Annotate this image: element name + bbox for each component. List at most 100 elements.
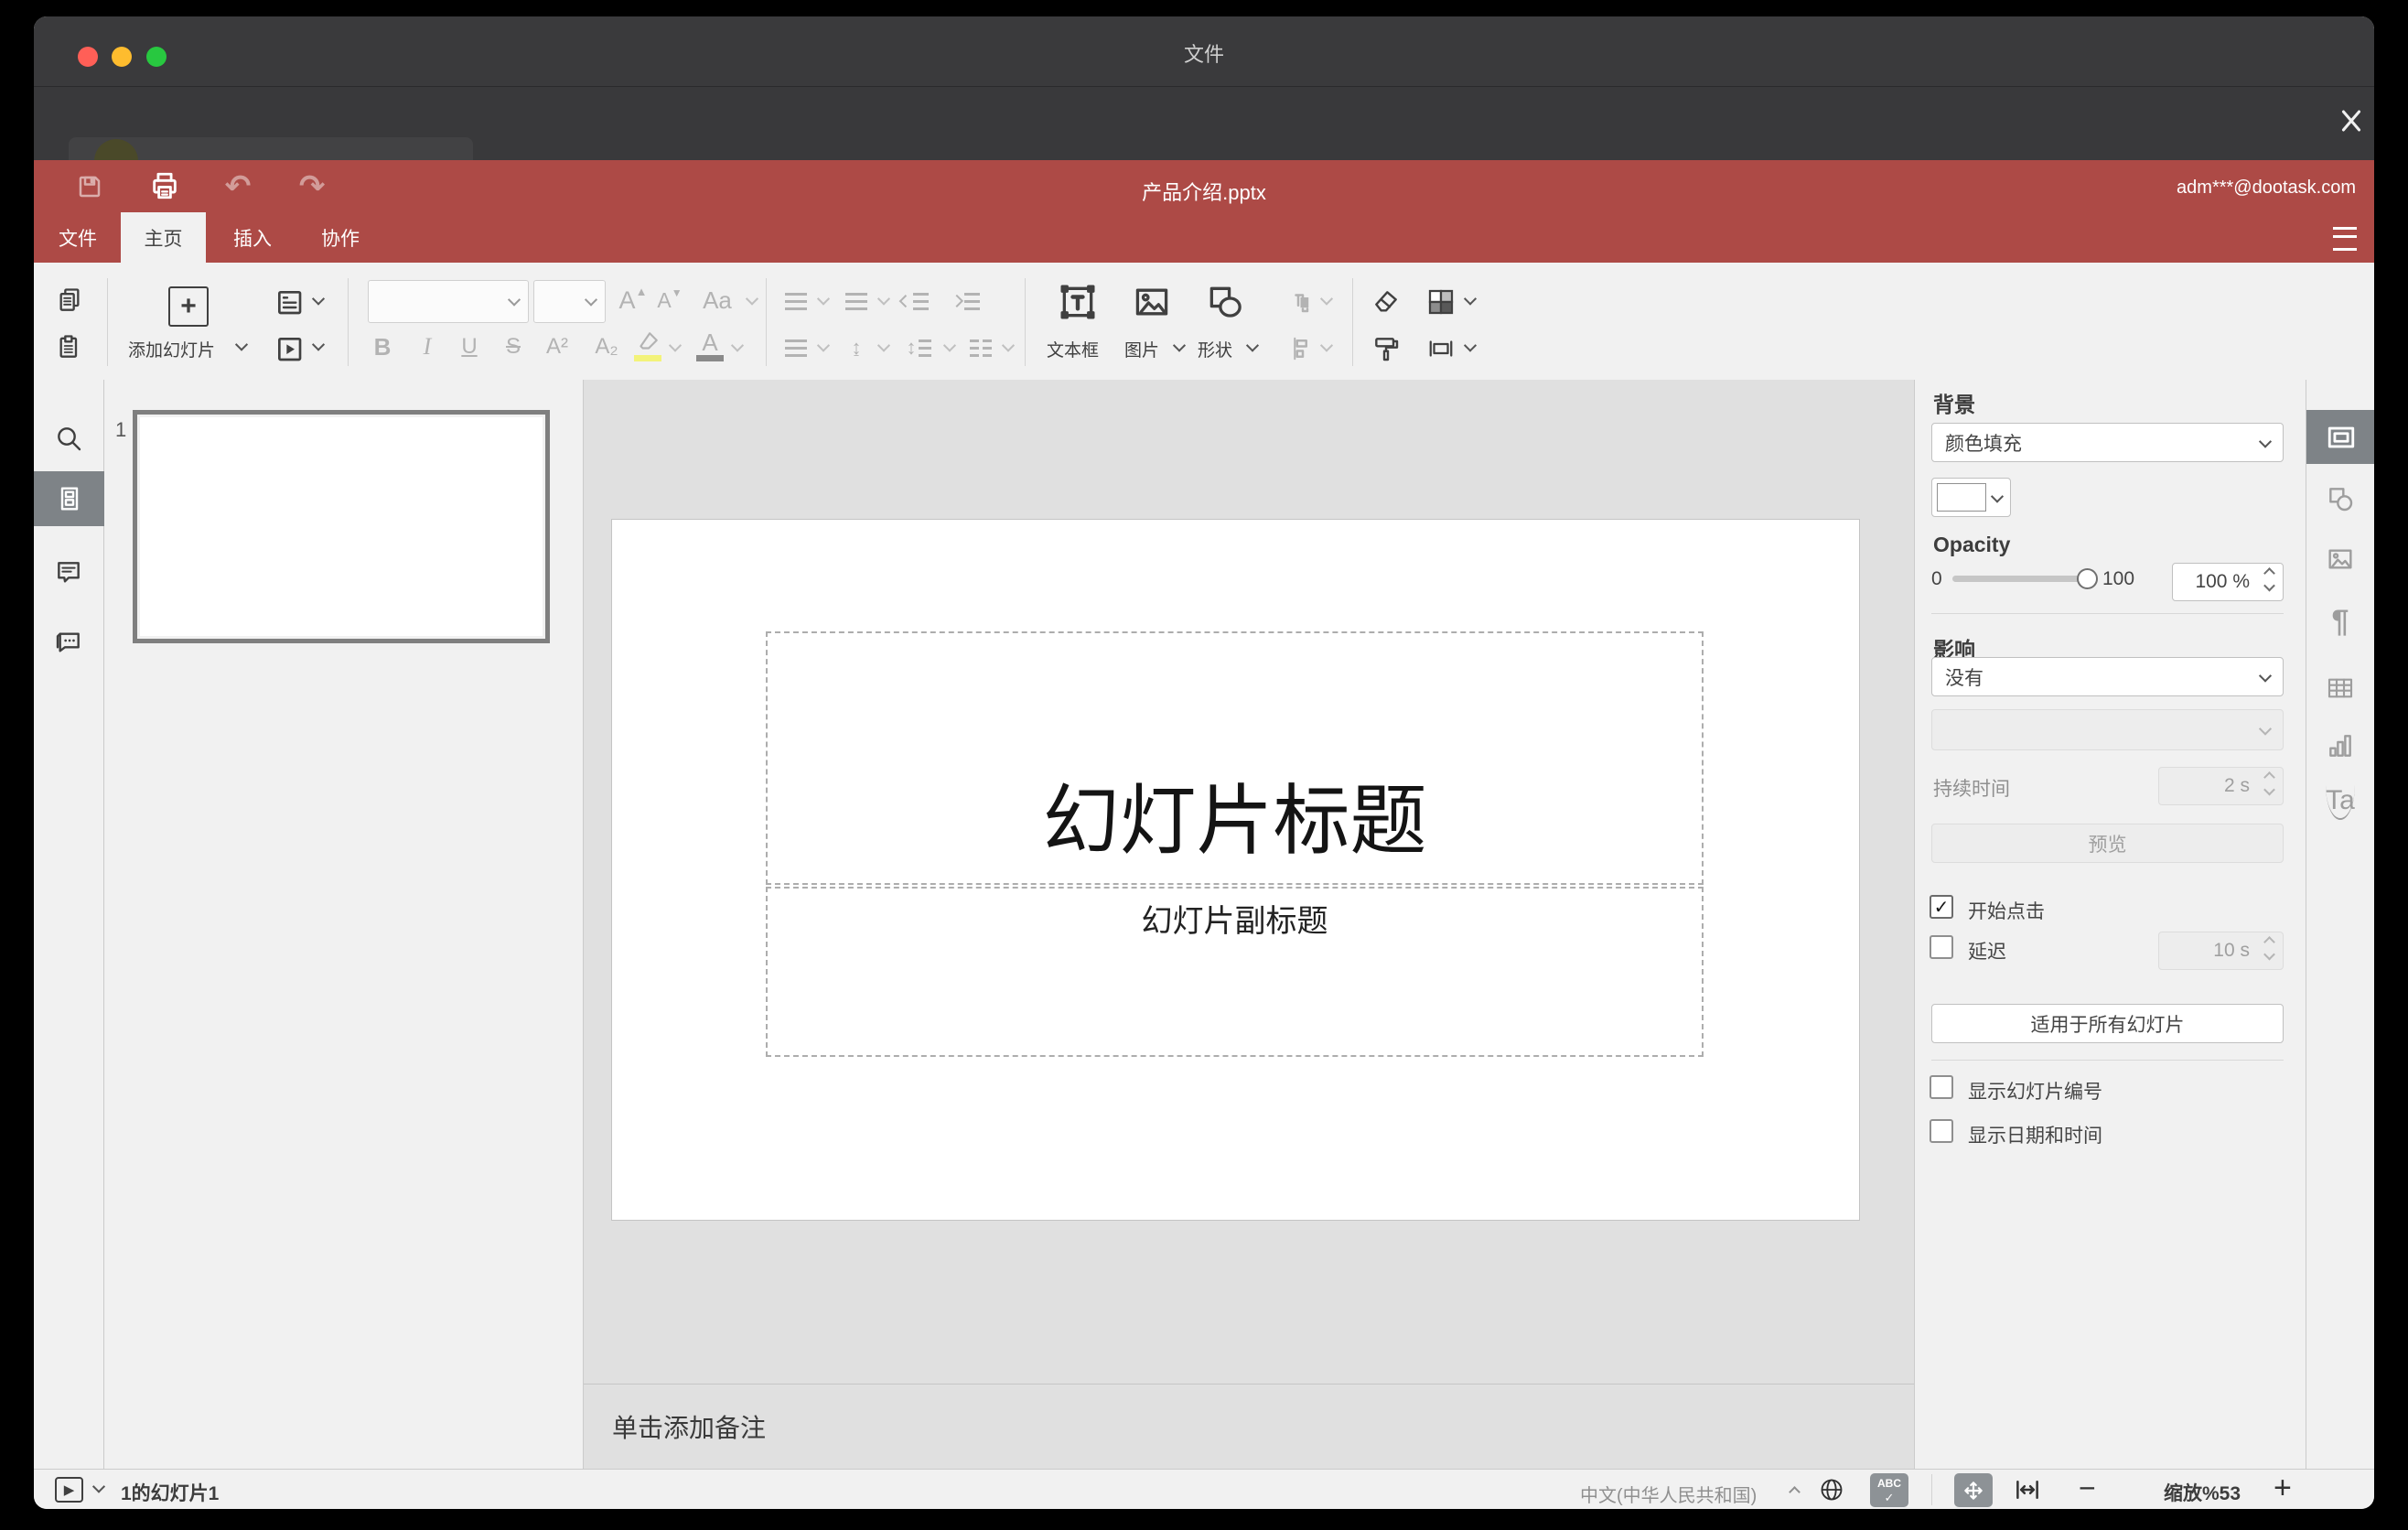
duration-spinner[interactable]: 2 s: [2158, 767, 2284, 805]
vertical-align-icon[interactable]: ↨: [844, 336, 868, 359]
zoom-in-button[interactable]: +: [2274, 1471, 2292, 1506]
font-color-chevron-icon[interactable]: [730, 339, 745, 352]
vertical-align-chevron-icon[interactable]: [876, 339, 891, 352]
delay-checkbox[interactable]: [1930, 935, 1953, 959]
spinner-up-icon[interactable]: [2263, 567, 2275, 579]
change-case-icon[interactable]: Aa: [697, 285, 737, 316]
line-spacing-chevron-icon[interactable]: [942, 339, 957, 352]
image-chevron-icon[interactable]: [1172, 339, 1187, 352]
increase-indent-icon[interactable]: [950, 290, 980, 312]
start-slideshow-status-icon[interactable]: ▶: [55, 1477, 83, 1503]
image-button[interactable]: 图片: [1124, 337, 1159, 361]
shape-button[interactable]: 形状: [1198, 337, 1232, 361]
zoom-out-button[interactable]: −: [2079, 1471, 2096, 1505]
insert-shape-icon[interactable]: [1204, 281, 1246, 323]
clear-style-icon[interactable]: [1371, 286, 1402, 318]
preview-button[interactable]: 预览: [1931, 824, 2284, 863]
slide-layout-chevron-icon[interactable]: [311, 292, 326, 306]
show-date-time-checkbox[interactable]: [1930, 1119, 1953, 1143]
background-fill-select[interactable]: 颜色填充: [1931, 423, 2284, 462]
decrease-indent-icon[interactable]: [898, 290, 929, 312]
image-settings-icon[interactable]: [2325, 544, 2356, 575]
highlight-chevron-icon[interactable]: [668, 339, 683, 352]
font-size-combo[interactable]: [533, 280, 606, 323]
slide-title-placeholder[interactable]: 幻灯片标题: [766, 631, 1704, 885]
increase-font-size-icon[interactable]: A ▲: [618, 285, 649, 316]
arrange-shapes-icon[interactable]: [1287, 286, 1318, 318]
slide-thumbnail-selected[interactable]: [133, 410, 550, 643]
effect-select[interactable]: 没有: [1931, 657, 2284, 696]
zoom-level[interactable]: 缩放%53: [2138, 1479, 2266, 1506]
slide-size-chevron-icon[interactable]: [1463, 339, 1478, 352]
numbering-icon[interactable]: [844, 290, 868, 312]
insert-image-icon[interactable]: [1131, 281, 1173, 323]
opacity-slider-track[interactable]: [1952, 576, 2094, 582]
shape-chevron-icon[interactable]: [1245, 339, 1260, 352]
italic-icon[interactable]: I: [414, 331, 441, 362]
align-shapes-icon[interactable]: [1287, 333, 1318, 364]
bullets-chevron-icon[interactable]: [816, 292, 831, 306]
underline-icon[interactable]: U: [456, 331, 483, 362]
fit-to-width-icon[interactable]: [2013, 1476, 2042, 1503]
add-slide-icon[interactable]: +: [168, 286, 209, 327]
fill-color-picker[interactable]: [1931, 478, 2011, 517]
search-icon[interactable]: [53, 423, 84, 454]
opacity-spinner[interactable]: 100 %: [2172, 563, 2284, 601]
start-on-click-checkbox[interactable]: ✓: [1930, 895, 1953, 919]
textart-settings-icon[interactable]: Ta: [2323, 785, 2358, 820]
columns-icon[interactable]: [967, 337, 994, 359]
color-scheme-icon[interactable]: [1424, 285, 1458, 319]
tab-home[interactable]: 主页: [121, 212, 206, 263]
slide-layout-icon[interactable]: [274, 286, 305, 318]
delay-spinner[interactable]: 10 s: [2158, 932, 2284, 970]
apply-to-all-slides-button[interactable]: 适用于所有幻灯片: [1931, 1004, 2284, 1043]
horizontal-align-icon[interactable]: [784, 337, 808, 359]
slide-size-icon[interactable]: [1424, 333, 1458, 364]
superscript-icon[interactable]: A²: [539, 331, 575, 362]
slide-settings-tab-selected[interactable]: [2306, 410, 2374, 464]
horizontal-align-chevron-icon[interactable]: [816, 339, 831, 352]
align-chevron-icon[interactable]: [1319, 339, 1334, 352]
add-slide-button[interactable]: 添加幻灯片: [128, 337, 215, 361]
effect-type-select-disabled[interactable]: [1931, 709, 2284, 750]
subscript-icon[interactable]: A₂: [588, 331, 625, 362]
chat-icon[interactable]: [53, 627, 84, 658]
spellcheck-icon[interactable]: ABC ✓: [1870, 1473, 1908, 1507]
language-selector[interactable]: 中文(中华人民共和国): [1580, 1481, 1757, 1507]
tab-insert[interactable]: 插入: [225, 212, 280, 263]
spinner-down-icon[interactable]: [2263, 579, 2275, 592]
copy-icon[interactable]: [56, 286, 83, 313]
add-slide-chevron-icon[interactable]: [234, 338, 249, 351]
slides-panel-tab-selected[interactable]: [34, 471, 104, 526]
text-box-icon[interactable]: [1057, 281, 1099, 323]
start-slideshow-chevron-icon[interactable]: [311, 338, 326, 351]
tab-file[interactable]: 文件: [50, 212, 105, 263]
tab-collaboration[interactable]: 协作: [313, 212, 368, 263]
bullets-icon[interactable]: [784, 290, 808, 312]
decrease-font-size-icon[interactable]: A ▼: [654, 285, 685, 316]
start-slideshow-icon[interactable]: [274, 333, 305, 364]
hamburger-menu-icon[interactable]: [2333, 227, 2357, 251]
slide-surface[interactable]: 幻灯片标题 幻灯片副标题: [611, 519, 1860, 1221]
slideshow-options-chevron-icon[interactable]: [91, 1480, 106, 1493]
comments-icon[interactable]: [53, 557, 84, 588]
opacity-slider-thumb[interactable]: [2077, 568, 2098, 589]
fit-to-slide-icon[interactable]: [1954, 1473, 1993, 1507]
table-settings-icon[interactable]: [2325, 673, 2356, 704]
slide-subtitle-placeholder[interactable]: 幻灯片副标题: [766, 887, 1704, 1057]
bold-icon[interactable]: B: [369, 331, 396, 362]
highlight-color-icon[interactable]: [633, 329, 662, 356]
numbering-chevron-icon[interactable]: [876, 292, 891, 306]
font-color-icon[interactable]: A: [696, 329, 724, 356]
strikethrough-icon[interactable]: S: [500, 331, 527, 362]
font-name-combo[interactable]: [368, 280, 529, 323]
arrange-chevron-icon[interactable]: [1319, 292, 1334, 306]
color-scheme-chevron-icon[interactable]: [1463, 292, 1478, 306]
paste-icon[interactable]: [56, 332, 83, 360]
show-slide-number-checkbox[interactable]: [1930, 1075, 1953, 1099]
columns-chevron-icon[interactable]: [1001, 339, 1016, 352]
language-caret-icon[interactable]: [1789, 1486, 1801, 1498]
chart-settings-icon[interactable]: [2325, 730, 2356, 761]
line-spacing-icon[interactable]: ↕: [905, 336, 932, 359]
notes-area[interactable]: 单击添加备注: [584, 1384, 1914, 1469]
